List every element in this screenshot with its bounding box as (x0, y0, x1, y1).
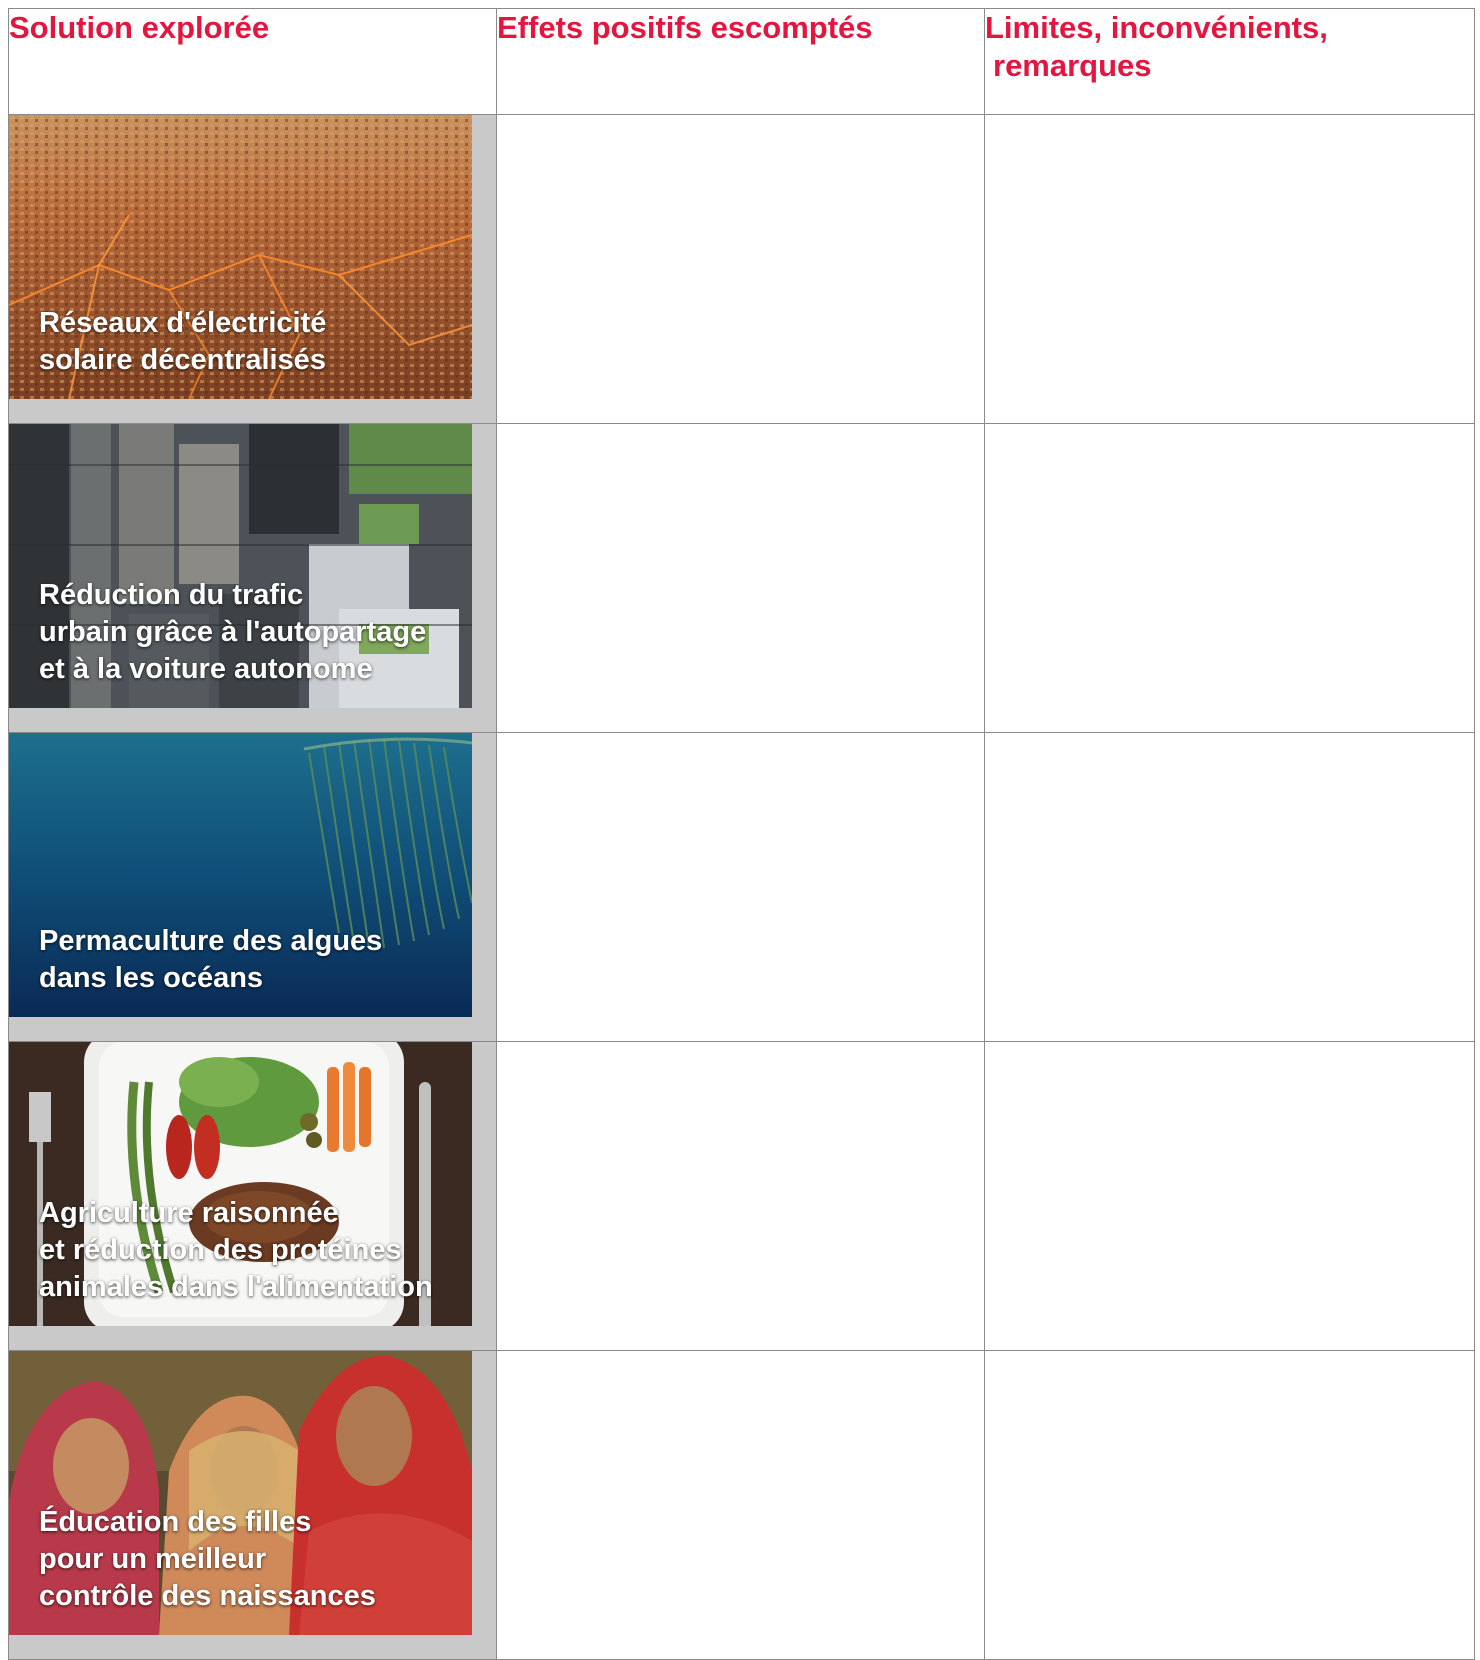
table-row: Permaculture des algues dans les océans (8, 732, 1475, 1042)
solution-cell: Réduction du trafic urbain grâce à l'aut… (8, 423, 497, 733)
caption-line: contrôle des naissances (39, 1580, 376, 1612)
header-solution-text: Solution explorée (9, 10, 270, 45)
limits-cell[interactable] (984, 732, 1475, 1042)
worksheet: Solution explorée Effets positifs escomp… (0, 0, 1480, 1660)
positive-effects-cell[interactable] (496, 732, 985, 1042)
positive-effects-cell[interactable] (496, 423, 985, 733)
caption-line: et à la voiture autonome (39, 653, 373, 685)
caption-line: animales dans l'alimentation (39, 1271, 433, 1303)
caption-line: Réseaux d'électricité (39, 307, 327, 339)
positive-effects-cell[interactable] (496, 1350, 985, 1660)
caption-line: et réduction des protéines (39, 1234, 402, 1266)
solution-caption: Éducation des filles pour un meilleur co… (39, 1504, 466, 1615)
solution-cell: Réseaux d'électricité solaire décentrali… (8, 114, 497, 424)
food-plate-photo: Agriculture raisonnée et réduction des p… (9, 1042, 472, 1326)
solution-caption: Réseaux d'électricité solaire décentrali… (39, 305, 466, 379)
caption-line: dans les océans (39, 962, 264, 994)
solution-caption: Agriculture raisonnée et réduction des p… (39, 1195, 466, 1306)
caption-line: pour un meilleur (39, 1543, 267, 1575)
header-positive-effects: Effets positifs escomptés (496, 8, 985, 115)
girls-photo: Éducation des filles pour un meilleur co… (9, 1351, 472, 1635)
positive-effects-cell[interactable] (496, 114, 985, 424)
limits-cell[interactable] (984, 1041, 1475, 1351)
caption-line: urbain grâce à l'autopartage (39, 616, 427, 648)
caption-line: Éducation des filles (39, 1506, 312, 1538)
caption-line: Permaculture des algues (39, 925, 383, 957)
table-row: Réseaux d'électricité solaire décentrali… (8, 114, 1475, 424)
positive-effects-cell[interactable] (496, 1041, 985, 1351)
table-row: Éducation des filles pour un meilleur co… (8, 1350, 1475, 1660)
solution-caption: Réduction du trafic urbain grâce à l'aut… (39, 577, 466, 688)
caption-line: solaire décentralisés (39, 344, 326, 376)
table-header-row: Solution explorée Effets positifs escomp… (8, 8, 1475, 115)
solution-caption: Permaculture des algues dans les océans (39, 923, 466, 997)
city-aerial-photo: Réduction du trafic urbain grâce à l'aut… (9, 424, 472, 708)
limits-cell[interactable] (984, 1350, 1475, 1660)
caption-line: Agriculture raisonnée (39, 1197, 339, 1229)
table-row: Agriculture raisonnée et réduction des p… (8, 1041, 1475, 1351)
limits-cell[interactable] (984, 423, 1475, 733)
solution-cell: Éducation des filles pour un meilleur co… (8, 1350, 497, 1660)
table-row: Réduction du trafic urbain grâce à l'aut… (8, 423, 1475, 733)
header-positive-effects-text: Effets positifs escomptés (497, 10, 873, 45)
header-solution: Solution explorée (8, 8, 497, 115)
solution-cell: Agriculture raisonnée et réduction des p… (8, 1041, 497, 1351)
caption-line: Réduction du trafic (39, 579, 304, 611)
header-limits-line1: Limites, inconvénients, (985, 10, 1328, 45)
header-limits-line2: remarques (993, 48, 1152, 83)
header-limits: Limites, inconvénients, remarques (984, 8, 1475, 115)
solar-city-photo: Réseaux d'électricité solaire décentrali… (9, 115, 472, 399)
solution-cell: Permaculture des algues dans les océans (8, 732, 497, 1042)
ocean-seaweed-photo: Permaculture des algues dans les océans (9, 733, 472, 1017)
solutions-table: Solution explorée Effets positifs escomp… (8, 8, 1475, 1660)
limits-cell[interactable] (984, 114, 1475, 424)
